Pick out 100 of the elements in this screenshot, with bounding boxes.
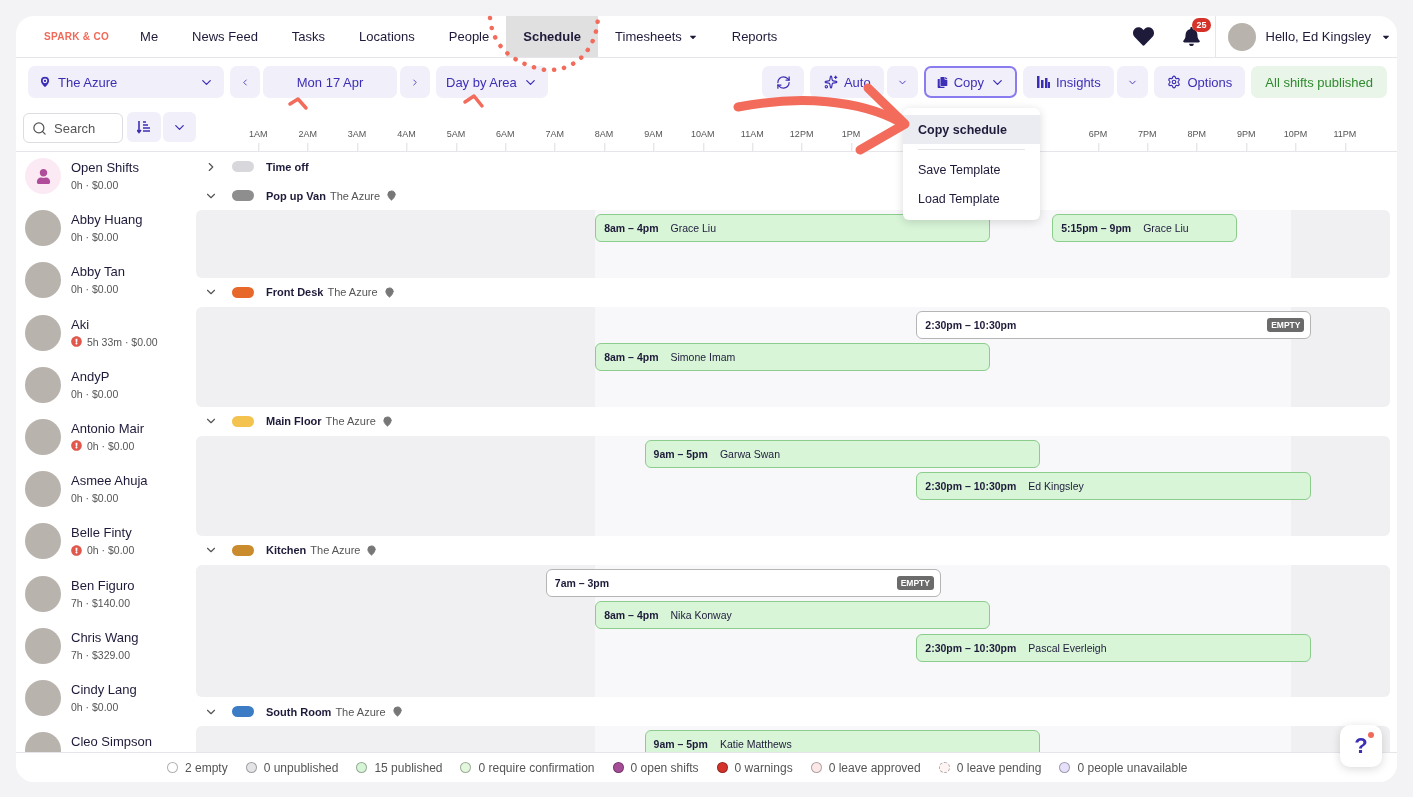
shift-time: 9am – 5pm bbox=[653, 447, 708, 460]
search-field[interactable]: Search bbox=[23, 113, 123, 143]
shift[interactable]: 8am – 4pm Simone Imam bbox=[595, 343, 991, 371]
person-name: Asmee Ahuja bbox=[71, 473, 148, 489]
shift[interactable]: 2:30pm – 10:30pm Ed Kingsley bbox=[916, 472, 1312, 500]
shift-employee: Nika Konway bbox=[670, 609, 732, 621]
person-name: Belle Finty bbox=[71, 525, 133, 541]
hour-label: 1AM bbox=[233, 129, 283, 151]
empty-label: EMPTY bbox=[1267, 317, 1305, 332]
notification-count: 25 bbox=[1192, 18, 1211, 32]
hour-label: 2AM bbox=[283, 129, 333, 151]
refresh-button[interactable] bbox=[762, 66, 805, 98]
shift-employee: Grace Liu bbox=[1143, 222, 1189, 234]
help-button[interactable]: ? bbox=[1340, 725, 1382, 767]
shift[interactable]: 8am – 4pm Nika Konway bbox=[595, 601, 991, 629]
shift-employee: Ed Kingsley bbox=[1028, 480, 1084, 492]
date-button[interactable]: Mon 17 Apr bbox=[263, 66, 397, 98]
nav-link[interactable]: People bbox=[431, 16, 507, 57]
avatar-placeholder bbox=[25, 418, 61, 455]
person-hours: 7h · $329.00 bbox=[71, 648, 130, 661]
menu-item[interactable]: Save Template bbox=[903, 155, 1040, 184]
person-name: Cindy Lang bbox=[71, 681, 137, 697]
shift-employee: Katie Matthews bbox=[719, 738, 792, 750]
shift[interactable]: 8am – 4pm Grace Liu bbox=[595, 214, 991, 242]
avatar-placeholder bbox=[25, 471, 61, 508]
heart-icon[interactable] bbox=[1132, 26, 1154, 47]
hour-label: 5AM bbox=[431, 129, 481, 151]
shift-time: 9am – 5pm bbox=[653, 738, 708, 750]
area-name: Main Floor bbox=[266, 415, 322, 427]
avatar-placeholder bbox=[25, 314, 61, 351]
hour-label: 4AM bbox=[381, 129, 432, 151]
shift[interactable]: 5:15pm – 9pm Grace Liu bbox=[1052, 214, 1238, 242]
notifications-button[interactable] bbox=[1181, 27, 1201, 46]
location-pin-icon bbox=[383, 286, 395, 298]
nav-link[interactable]: Tasks bbox=[274, 16, 343, 57]
avatar-placeholder bbox=[25, 627, 61, 664]
nav-link[interactable]: News Feed bbox=[175, 16, 275, 57]
view-select[interactable]: Day by Area bbox=[436, 66, 548, 98]
hour-label: 9PM bbox=[1221, 129, 1271, 151]
location-pin-icon bbox=[366, 544, 378, 556]
shift[interactable]: 2:30pm – 10:30pm Pascal Everleigh bbox=[916, 633, 1312, 662]
person-name: Ben Figuro bbox=[71, 577, 135, 593]
avatar-placeholder bbox=[25, 679, 61, 716]
legend-label: 0 leave pending bbox=[956, 760, 1042, 775]
hour-label: 6AM bbox=[480, 129, 530, 151]
hour-label: 9AM bbox=[628, 129, 679, 151]
menu-item[interactable]: Copy schedule bbox=[903, 115, 1040, 144]
copy-button[interactable]: Copy bbox=[924, 66, 1018, 98]
sort-button[interactable] bbox=[127, 112, 161, 142]
options-button[interactable]: Options bbox=[1154, 66, 1246, 98]
area-name: Kitchen bbox=[266, 544, 307, 556]
hour-label: 8PM bbox=[1172, 129, 1222, 151]
notification-dot bbox=[1368, 732, 1374, 738]
legend-label: 0 unpublished bbox=[263, 760, 339, 775]
person-hours: 0h · $0.00 bbox=[87, 439, 135, 452]
logo-text: SPARK & CO bbox=[44, 31, 110, 42]
person-icon bbox=[35, 168, 51, 184]
check-mark-drawing bbox=[288, 97, 308, 110]
nav-link[interactable]: Schedule bbox=[506, 16, 599, 57]
empty-shift[interactable]: 2:30pm – 10:30pm EMPTY bbox=[916, 310, 1312, 339]
hour-label: 11AM bbox=[727, 129, 777, 151]
hour-label: 8AM bbox=[579, 129, 629, 151]
location-pin-icon bbox=[381, 415, 393, 427]
avatar-placeholder bbox=[25, 575, 61, 612]
shift[interactable]: 9am – 5pm Katie Matthews bbox=[644, 730, 1040, 752]
nav-link[interactable]: Locations bbox=[342, 16, 432, 57]
publish-status-button[interactable]: All shifts published bbox=[1251, 66, 1387, 98]
nav-link[interactable]: Timesheets bbox=[598, 16, 715, 57]
copy-icon bbox=[936, 76, 948, 88]
shift-employee: Pascal Everleigh bbox=[1028, 641, 1107, 654]
person-name: Aki bbox=[71, 316, 91, 332]
person-hours: 0h · $0.00 bbox=[87, 544, 135, 557]
search-icon bbox=[32, 121, 47, 136]
person-hours: 0h · $0.00 bbox=[71, 492, 119, 505]
person-hours: 0h · $0.00 bbox=[71, 283, 119, 296]
check-mark-drawing bbox=[463, 94, 484, 108]
location-select[interactable]: The Azure bbox=[28, 66, 224, 98]
person-hours: 5h 33m · $0.00 bbox=[87, 335, 158, 348]
nav-link[interactable]: Me bbox=[123, 16, 176, 57]
legend-label: 2 empty bbox=[185, 760, 228, 775]
person-hours: 0h · $0.00 bbox=[71, 231, 119, 244]
menu-item[interactable]: Load Template bbox=[903, 184, 1040, 213]
legend-label: 0 warnings bbox=[734, 760, 793, 775]
person-name: AndyP bbox=[71, 368, 111, 384]
area-location: The Azure bbox=[329, 189, 381, 202]
shift[interactable]: 9am – 5pm Garwa Swan bbox=[644, 439, 1040, 468]
person-name: Abby Huang bbox=[71, 212, 143, 228]
shift-time: 7am – 3pm bbox=[554, 576, 610, 589]
legend-label: 0 leave approved bbox=[828, 760, 921, 775]
avatar-placeholder bbox=[25, 210, 61, 247]
person-name: Antonio Mair bbox=[71, 420, 144, 436]
bar-chart-icon bbox=[1036, 76, 1050, 88]
nav-link[interactable]: Reports bbox=[714, 16, 795, 57]
avatar-placeholder bbox=[1227, 22, 1256, 51]
empty-shift[interactable]: 7am – 3pm EMPTY bbox=[545, 568, 941, 597]
user-menu-button[interactable]: Hello, Ed Kingsley bbox=[1214, 16, 1397, 57]
location-pin-icon bbox=[386, 190, 398, 201]
area-location: The Azure bbox=[325, 415, 376, 427]
insights-button[interactable]: Insights bbox=[1023, 66, 1115, 98]
hour-label: 6PM bbox=[1073, 129, 1123, 151]
